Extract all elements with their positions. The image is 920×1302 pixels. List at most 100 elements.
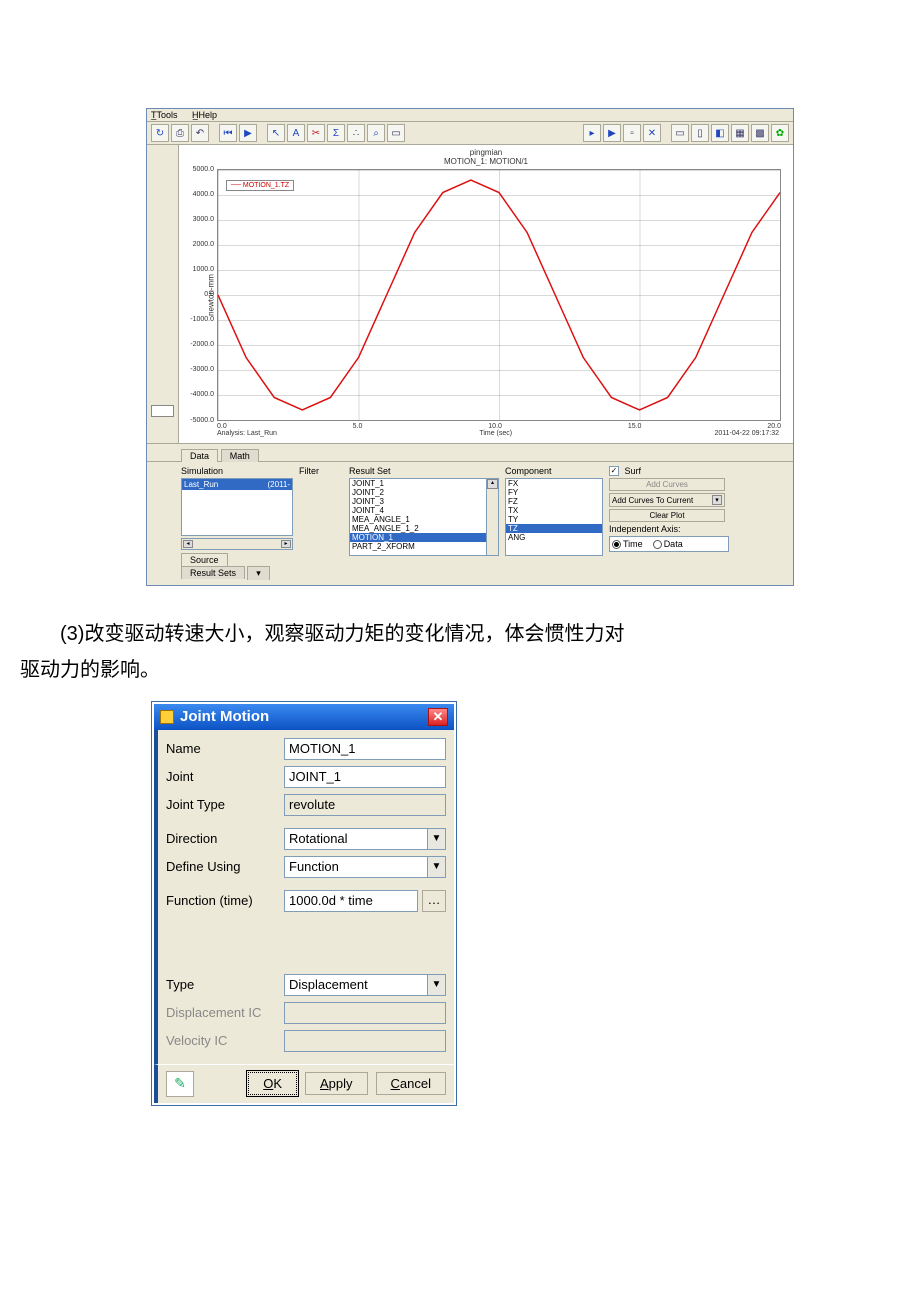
independent-axis-label: Independent Axis: — [609, 524, 729, 534]
define-using-select[interactable]: Function — [284, 856, 428, 878]
component-header: Component — [505, 466, 603, 476]
list-item[interactable]: MEA_ANGLE_1_2 — [350, 524, 498, 533]
zoom-icon[interactable]: ⌕ — [367, 124, 385, 142]
simulation-header: Simulation — [181, 466, 293, 476]
clear-plot-button[interactable]: Clear Plot — [609, 509, 725, 522]
body-paragraph: (3)改变驱动转速大小，观察驱动力矩的变化情况，体会惯性力对 驱动力的影响。 — [20, 616, 900, 688]
function-builder-button[interactable]: … — [422, 890, 446, 912]
name-label: Name — [166, 741, 284, 756]
undo-icon[interactable]: ↶ — [191, 124, 209, 142]
joint-type-label: Joint Type — [166, 797, 284, 812]
dialog-title: Joint Motion — [180, 708, 269, 725]
chevron-down-icon[interactable]: ▼ — [428, 828, 446, 850]
chevron-down-icon[interactable]: ▾ — [712, 495, 722, 505]
menu-help[interactable]: H̲Help — [192, 110, 223, 120]
print-icon[interactable]: ⎙ — [171, 124, 189, 142]
add-curves-button[interactable]: Add Curves — [609, 478, 725, 491]
surf-label: Surf — [625, 466, 642, 476]
list-item[interactable]: JOINT_1 — [350, 479, 498, 488]
list-item[interactable]: FY — [506, 488, 602, 497]
list-item[interactable]: Last_Run (2011- — [182, 479, 292, 490]
menu-tools[interactable]: T̲Tools — [151, 110, 184, 120]
joint-field[interactable]: JOINT_1 — [284, 766, 446, 788]
menubar[interactable]: T̲Tools H̲Help — [147, 109, 793, 122]
surf-checkbox[interactable]: ✓ — [609, 466, 619, 476]
sigma-icon[interactable]: Σ — [327, 124, 345, 142]
layout-2-icon[interactable]: ▯ — [691, 124, 709, 142]
joint-motion-dialog: Joint Motion ✕ Name MOTION_1 Joint JOINT… — [152, 702, 456, 1105]
velocity-ic-label: Velocity IC — [166, 1033, 284, 1048]
simulation-list[interactable]: Last_Run (2011- — [181, 478, 293, 536]
tab-source[interactable]: Source — [181, 553, 228, 566]
list-item[interactable]: PART_2_XFORM — [350, 542, 498, 551]
layout-1-icon[interactable]: ▭ — [671, 124, 689, 142]
list-item[interactable]: JOINT_2 — [350, 488, 498, 497]
curve-motion-1-tz — [218, 170, 780, 420]
type-label: Type — [166, 977, 284, 992]
page-next-icon[interactable]: ▸ — [583, 124, 601, 142]
list-item[interactable]: MEA_ANGLE_1 — [350, 515, 498, 524]
scroll-right-icon[interactable]: ▸ — [281, 540, 291, 548]
first-icon[interactable]: ⏮ — [219, 124, 237, 142]
tab-math[interactable]: Math — [221, 449, 259, 462]
scissors-icon[interactable]: ✂ — [307, 124, 325, 142]
list-item[interactable]: JOINT_4 — [350, 506, 498, 515]
displacement-ic-label: Displacement IC — [166, 1005, 284, 1020]
h-scrollbar[interactable]: ◂ ▸ — [181, 538, 293, 550]
toolbar: ↻ ⎙ ↶ ⏮ ▶ ↖ A ✂ Σ ∴ ⌕ ▭ ▸ ▶ ▫ ✕ ▭ ▯ ◧ ▦ … — [147, 122, 793, 145]
list-item[interactable]: TX — [506, 506, 602, 515]
page-close-icon[interactable]: ✕ — [643, 124, 661, 142]
list-item[interactable]: FX — [506, 479, 602, 488]
dialog-titlebar[interactable]: Joint Motion ✕ — [154, 704, 454, 730]
layout-5-icon[interactable]: ▩ — [751, 124, 769, 142]
apply-button[interactable]: Apply — [305, 1072, 368, 1095]
layout-4-icon[interactable]: ▦ — [731, 124, 749, 142]
type-select[interactable]: Displacement — [284, 974, 428, 996]
radio-time[interactable] — [612, 540, 621, 549]
app-icon — [160, 710, 174, 724]
reload-icon[interactable]: ↻ — [151, 124, 169, 142]
function-field[interactable]: 1000.0d * time — [284, 890, 418, 912]
result-set-list[interactable]: JOINT_1JOINT_2JOINT_3JOINT_4MEA_ANGLE_1M… — [349, 478, 499, 556]
scroll-left-icon[interactable]: ◂ — [183, 540, 193, 548]
list-item[interactable]: MOTION_1 — [350, 533, 498, 542]
layout-3-icon[interactable]: ◧ — [711, 124, 729, 142]
direction-select[interactable]: Rotational — [284, 828, 428, 850]
radio-data[interactable] — [653, 540, 662, 549]
chart-title: pingmian MOTION_1: MOTION/1 — [187, 149, 785, 167]
displacement-ic-field — [284, 1002, 446, 1024]
name-field[interactable]: MOTION_1 — [284, 738, 446, 760]
plot-area[interactable]: newton-mm 5000.04000.0 3000.02000.0 1000… — [217, 169, 781, 421]
direction-label: Direction — [166, 831, 284, 846]
text-icon[interactable]: A — [287, 124, 305, 142]
play-icon[interactable]: ▶ — [239, 124, 257, 142]
notes-icon[interactable]: ✎ — [166, 1071, 194, 1097]
scroll-up-icon[interactable]: ▴ — [487, 479, 498, 489]
component-list[interactable]: FXFYFZTXTYTZANG — [505, 478, 603, 556]
add-curves-current-button[interactable]: Add Curves To Current▾ — [609, 493, 725, 507]
list-item[interactable]: TZ — [506, 524, 602, 533]
tab-data[interactable]: Data — [181, 449, 218, 462]
close-icon[interactable]: ✕ — [428, 708, 448, 726]
define-using-label: Define Using — [166, 859, 284, 874]
select-icon[interactable]: ▭ — [387, 124, 405, 142]
chevron-down-icon[interactable]: ▼ — [428, 974, 446, 996]
list-item[interactable]: FZ — [506, 497, 602, 506]
filter-header: Filter — [299, 466, 343, 476]
list-item[interactable]: JOINT_3 — [350, 497, 498, 506]
page-new-icon[interactable]: ▫ — [623, 124, 641, 142]
chevron-down-icon[interactable]: ▼ — [428, 856, 446, 878]
list-item[interactable]: ANG — [506, 533, 602, 542]
y-ticks: 5000.04000.0 3000.02000.0 1000.00.0 -100… — [192, 166, 214, 424]
postprocessor-window: T̲Tools H̲Help ↻ ⎙ ↶ ⏮ ▶ ↖ A ✂ Σ ∴ ⌕ ▭ ▸… — [146, 108, 794, 586]
puzzle-icon[interactable]: ✿ — [771, 124, 789, 142]
page-play-icon[interactable]: ▶ — [603, 124, 621, 142]
cursor-icon[interactable]: ↖ — [267, 124, 285, 142]
gutter-handle[interactable] — [151, 405, 174, 417]
tab-dropdown-icon[interactable]: ▾ — [247, 566, 270, 580]
list-item[interactable]: TY — [506, 515, 602, 524]
stats-icon[interactable]: ∴ — [347, 124, 365, 142]
tab-result-sets[interactable]: Result Sets — [181, 566, 245, 579]
cancel-button[interactable]: Cancel — [376, 1072, 446, 1095]
ok-button[interactable]: OOKK — [248, 1072, 297, 1095]
